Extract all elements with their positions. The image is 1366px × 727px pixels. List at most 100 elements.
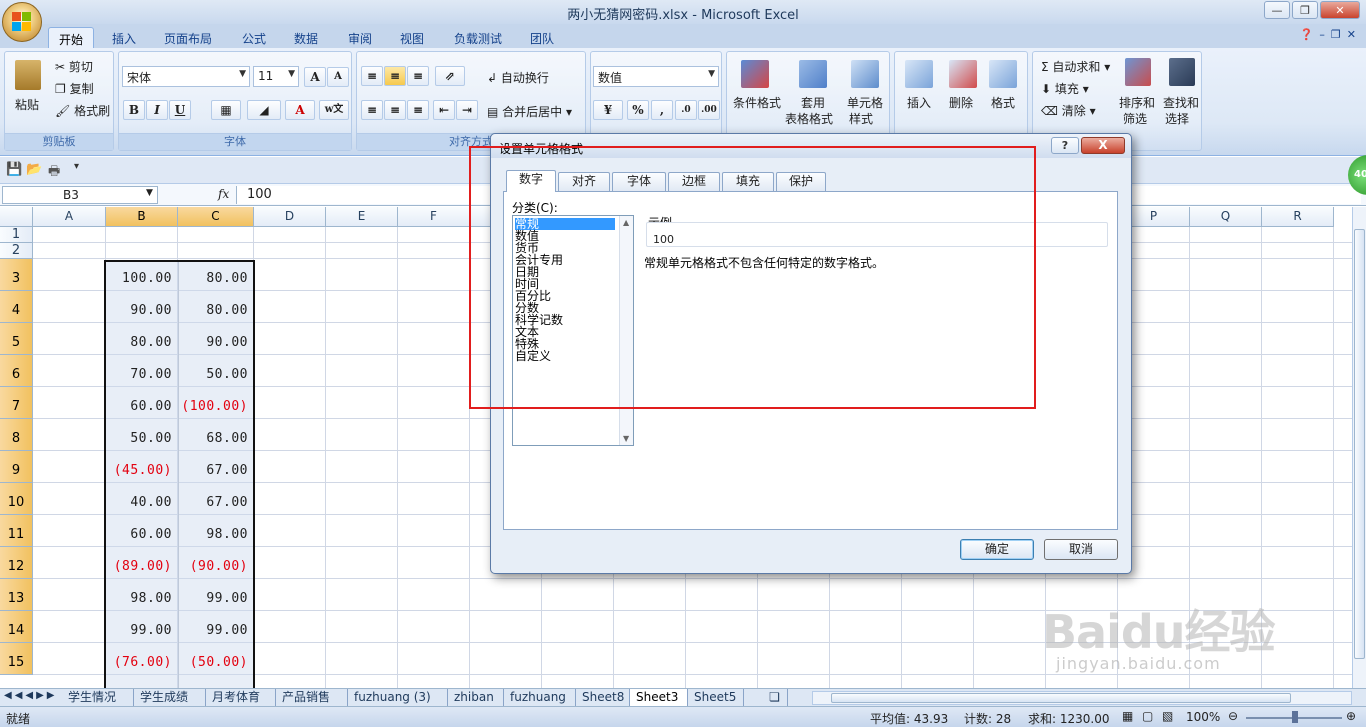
cell-b4[interactable]: 90.00: [106, 303, 178, 318]
fill-button[interactable]: ⬇ 填充 ▾: [1041, 80, 1089, 97]
percent-button[interactable]: %: [627, 100, 649, 120]
minimize-button[interactable]: —: [1264, 1, 1290, 19]
cell-b11[interactable]: 60.00: [106, 527, 178, 542]
zoom-in-icon[interactable]: ⊕: [1346, 709, 1356, 723]
cell-b15[interactable]: (76.00): [106, 655, 178, 670]
cell-b13[interactable]: 98.00: [106, 591, 178, 606]
zoom-level[interactable]: 100%: [1186, 710, 1220, 724]
category-listbox[interactable]: 常规 数值 货币 会计专用 日期 时间 百分比 分数 科学记数 文本 特殊 自定义 ▲ ▼: [512, 215, 634, 446]
decrease-decimal-button[interactable]: .00: [698, 100, 720, 120]
currency-button[interactable]: ¥: [593, 100, 623, 120]
column-header-q[interactable]: Q: [1190, 207, 1262, 227]
cell-b9[interactable]: (45.00): [106, 463, 178, 478]
cell-c6[interactable]: 50.00: [178, 367, 254, 382]
sheet-tab[interactable]: fuzhuang (3): [348, 689, 448, 706]
sheet-tab[interactable]: 学生情况: [62, 689, 134, 706]
close-button[interactable]: ✕: [1320, 1, 1360, 19]
normal-view-icon[interactable]: ▦: [1122, 709, 1133, 723]
category-item[interactable]: 自定义: [515, 350, 551, 362]
tab-insert[interactable]: 插入: [102, 27, 146, 48]
cell-b14[interactable]: 99.00: [106, 623, 178, 638]
paste-icon[interactable]: [15, 60, 41, 90]
cell-styles-line1[interactable]: 单元格: [847, 94, 883, 111]
border-button[interactable]: ▦: [211, 100, 241, 120]
format-as-table-line1[interactable]: 套用: [801, 94, 825, 111]
horizontal-scroll-thumb[interactable]: [831, 693, 1291, 703]
cell-c5[interactable]: 90.00: [178, 335, 254, 350]
cell-b3[interactable]: 100.00: [106, 271, 178, 286]
cell-c8[interactable]: 68.00: [178, 431, 254, 446]
vertical-scrollbar[interactable]: [1352, 207, 1366, 688]
dialog-close-button[interactable]: X: [1081, 137, 1125, 154]
tab-page-layout[interactable]: 页面布局: [154, 27, 222, 48]
align-middle-button[interactable]: ≡: [384, 66, 406, 86]
row-header-8[interactable]: 8: [0, 419, 33, 451]
scroll-up-icon[interactable]: ▲: [623, 218, 629, 227]
open-icon[interactable]: 📂: [26, 162, 42, 177]
cut-button[interactable]: ✂ 剪切: [55, 58, 93, 75]
tab-formulas[interactable]: 公式: [232, 27, 276, 48]
cell-c12[interactable]: (90.00): [178, 559, 254, 574]
row-header-10[interactable]: 10: [0, 483, 33, 515]
page-break-view-icon[interactable]: ▧: [1162, 709, 1173, 723]
tab-review[interactable]: 审阅: [338, 27, 382, 48]
cell-b8[interactable]: 50.00: [106, 431, 178, 446]
tab-home[interactable]: 开始: [48, 27, 95, 48]
ribbon-close-icon[interactable]: ✕: [1347, 28, 1356, 41]
horizontal-scrollbar[interactable]: [812, 691, 1352, 705]
row-header-14[interactable]: 14: [0, 611, 33, 643]
sheet-tab[interactable]: Sheet5: [688, 689, 744, 706]
row-header-9[interactable]: 9: [0, 451, 33, 483]
sheet-tab[interactable]: Sheet3: [630, 689, 688, 706]
number-format-combo[interactable]: 数值 ▼: [593, 66, 719, 87]
sheet-tab[interactable]: Sheet8: [576, 689, 630, 706]
scroll-down-icon[interactable]: ▼: [623, 434, 629, 443]
tab-fill[interactable]: 填充: [722, 172, 774, 191]
sheet-tab[interactable]: fuzhuang: [504, 689, 576, 706]
vertical-scroll-thumb[interactable]: [1354, 229, 1365, 659]
align-left-button[interactable]: ≡: [361, 100, 383, 120]
column-header-c[interactable]: C: [178, 207, 254, 227]
row-header-1[interactable]: 1: [0, 227, 33, 243]
cell-c3[interactable]: 80.00: [178, 271, 254, 286]
cell-c13[interactable]: 99.00: [178, 591, 254, 606]
sheet-tab[interactable]: zhiban: [448, 689, 504, 706]
cell-b7[interactable]: 60.00: [106, 399, 178, 414]
delete-cells-button[interactable]: 删除: [949, 94, 973, 111]
chevron-down-icon[interactable]: ▼: [146, 188, 153, 198]
align-right-button[interactable]: ≡: [407, 100, 429, 120]
copy-button[interactable]: ❐ 复制: [55, 80, 94, 97]
conditional-format-button[interactable]: 条件格式: [733, 94, 781, 111]
column-header-a[interactable]: A: [33, 207, 106, 227]
name-box[interactable]: B3: [2, 186, 158, 204]
row-header-6[interactable]: 6: [0, 355, 33, 387]
sheet-nav-arrows[interactable]: ◀◀◀▶▶: [4, 690, 57, 701]
save-icon[interactable]: 💾: [6, 162, 22, 177]
dialog-title-bar[interactable]: 设置单元格格式 ? X: [491, 134, 1131, 158]
cell-c4[interactable]: 80.00: [178, 303, 254, 318]
cell-b6[interactable]: 70.00: [106, 367, 178, 382]
clear-button[interactable]: ⌫ 清除 ▾: [1041, 102, 1096, 119]
column-header-d[interactable]: D: [254, 207, 326, 227]
cell-c14[interactable]: 99.00: [178, 623, 254, 638]
row-header-13[interactable]: 13: [0, 579, 33, 611]
phonetic-button[interactable]: w文: [319, 100, 349, 120]
tab-number[interactable]: 数字: [506, 170, 556, 192]
autosum-button[interactable]: Σ 自动求和 ▾: [1041, 58, 1110, 75]
zoom-out-icon[interactable]: ⊖: [1228, 709, 1238, 723]
underline-button[interactable]: U: [169, 100, 191, 120]
cell-styles-line2[interactable]: 样式: [849, 110, 873, 127]
shrink-font-button[interactable]: A: [327, 67, 349, 87]
row-header-5[interactable]: 5: [0, 323, 33, 355]
ok-button[interactable]: 确定: [960, 539, 1034, 560]
sort-filter-line1[interactable]: 排序和: [1119, 94, 1155, 111]
print-icon[interactable]: 🖶: [48, 162, 60, 184]
cell-b12[interactable]: (89.00): [106, 559, 178, 574]
align-center-button[interactable]: ≡: [384, 100, 406, 120]
column-header-f[interactable]: F: [398, 207, 470, 227]
cell-b10[interactable]: 40.00: [106, 495, 178, 510]
cell-c10[interactable]: 67.00: [178, 495, 254, 510]
row-header-2[interactable]: 2: [0, 243, 33, 259]
row-header-7[interactable]: 7: [0, 387, 33, 419]
format-as-table-line2[interactable]: 表格格式: [785, 110, 833, 127]
